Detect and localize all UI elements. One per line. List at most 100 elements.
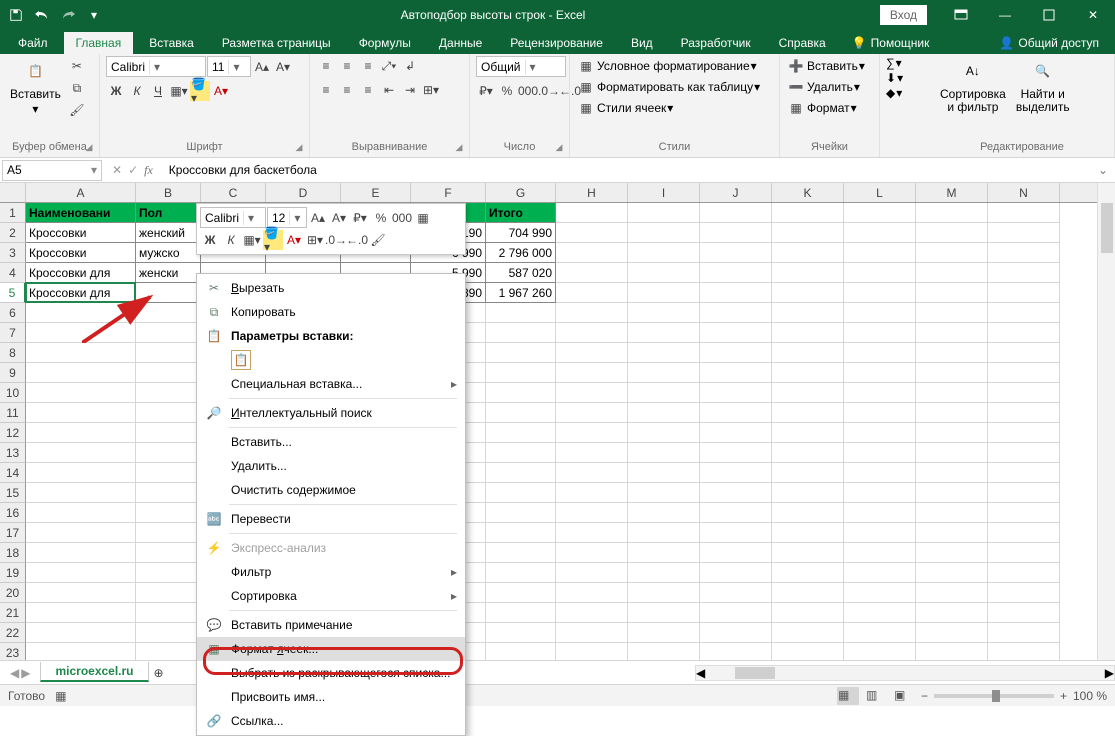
bold-button[interactable]: Ж bbox=[106, 81, 126, 101]
horizontal-scrollbar[interactable]: ◀▶ bbox=[695, 665, 1115, 681]
zoom-in[interactable]: + bbox=[1060, 689, 1067, 703]
select-all-corner[interactable] bbox=[0, 183, 26, 203]
ctx-cut[interactable]: ✂Вырезать bbox=[197, 276, 465, 300]
row-header[interactable]: 4 bbox=[0, 263, 26, 283]
col-header[interactable]: G bbox=[486, 183, 556, 202]
orientation-icon[interactable]: ⤢▾ bbox=[379, 56, 399, 76]
minimize-icon[interactable]: — bbox=[983, 0, 1027, 29]
align-bottom-icon[interactable]: ≡ bbox=[358, 56, 378, 76]
col-header[interactable]: D bbox=[266, 183, 341, 202]
tab-insert[interactable]: Вставка bbox=[137, 32, 206, 54]
row-header[interactable]: 14 bbox=[0, 463, 26, 483]
fx-icon[interactable]: fx bbox=[144, 163, 153, 178]
worksheet[interactable]: ABCDEFGHIJKLMN 1234567891011121314151617… bbox=[0, 183, 1115, 660]
row-header[interactable]: 8 bbox=[0, 343, 26, 363]
mini-dec-dec-icon[interactable]: ←.0 bbox=[347, 230, 367, 250]
tab-home[interactable]: Главная bbox=[64, 32, 134, 54]
mini-fill-icon[interactable]: 🪣▾ bbox=[263, 230, 283, 250]
fill-button[interactable]: ⬇▾ bbox=[886, 71, 903, 85]
cell[interactable]: Итого bbox=[486, 203, 556, 223]
font-name[interactable]: Calibri▾ bbox=[106, 56, 206, 77]
clipboard-launcher[interactable]: ◢ bbox=[82, 140, 96, 154]
col-header[interactable]: A bbox=[26, 183, 136, 202]
autosum-button[interactable]: ∑▾ bbox=[886, 56, 902, 70]
ctx-pick-from-list[interactable]: Выбрать из раскрывающегося списка... bbox=[197, 661, 465, 685]
expand-formula-bar[interactable]: ⌄ bbox=[1091, 163, 1115, 177]
tab-review[interactable]: Рецензирование bbox=[498, 32, 615, 54]
col-header[interactable]: J bbox=[700, 183, 772, 202]
qat-undo[interactable] bbox=[30, 3, 54, 27]
cell[interactable]: мужско bbox=[136, 243, 201, 263]
font-launcher[interactable]: ◢ bbox=[292, 140, 306, 154]
mini-borders-icon[interactable]: ▦▾ bbox=[242, 230, 262, 250]
ctx-clear[interactable]: Очистить содержимое bbox=[197, 478, 465, 502]
qat-redo[interactable] bbox=[56, 3, 80, 27]
underline-button[interactable]: Ч bbox=[148, 81, 168, 101]
mini-shrink-font-icon[interactable]: A▾ bbox=[329, 208, 349, 228]
row-header[interactable]: 18 bbox=[0, 543, 26, 563]
zoom-level[interactable]: 100 % bbox=[1073, 689, 1107, 703]
col-header[interactable]: N bbox=[988, 183, 1060, 202]
cell[interactable]: Кроссовки для bbox=[26, 263, 136, 283]
align-launcher[interactable]: ◢ bbox=[452, 140, 466, 154]
col-header[interactable]: K bbox=[772, 183, 844, 202]
mini-italic[interactable]: К bbox=[221, 230, 241, 250]
align-top-icon[interactable]: ≡ bbox=[316, 56, 336, 76]
vertical-scrollbar[interactable] bbox=[1097, 183, 1115, 660]
mini-currency-icon[interactable]: ₽▾ bbox=[350, 208, 370, 228]
name-box[interactable]: A5▾ bbox=[2, 160, 102, 181]
tab-nav-prev[interactable]: ◀ bbox=[10, 666, 19, 680]
col-header[interactable]: E bbox=[341, 183, 411, 202]
format-cells-button[interactable]: ▦Формат▾ bbox=[786, 98, 857, 118]
mini-grow-font-icon[interactable]: A▴ bbox=[308, 208, 328, 228]
percent-icon[interactable]: % bbox=[497, 81, 517, 101]
row-header[interactable]: 17 bbox=[0, 523, 26, 543]
delete-cells-button[interactable]: ➖Удалить▾ bbox=[786, 77, 860, 97]
mini-cond-icon[interactable]: ▦ bbox=[413, 208, 433, 228]
thousands-icon[interactable]: 000 bbox=[518, 81, 538, 101]
borders-icon[interactable]: ▦▾ bbox=[169, 81, 189, 101]
row-header[interactable]: 15 bbox=[0, 483, 26, 503]
italic-button[interactable]: К bbox=[127, 81, 147, 101]
align-right-icon[interactable]: ≡ bbox=[358, 80, 378, 100]
cell-grid[interactable]: НаименованиПол Цена,ИтогоКроссовкиженски… bbox=[26, 203, 1097, 660]
ctx-translate[interactable]: 🔤Перевести bbox=[197, 507, 465, 531]
insert-cells-button[interactable]: ➕Вставить▾ bbox=[786, 56, 865, 76]
row-header[interactable]: 11 bbox=[0, 403, 26, 423]
col-header[interactable]: C bbox=[201, 183, 266, 202]
ctx-comment[interactable]: 💬Вставить примечание bbox=[197, 613, 465, 637]
clear-button[interactable]: ◆▾ bbox=[886, 86, 902, 100]
row-header[interactable]: 19 bbox=[0, 563, 26, 583]
find-select-button[interactable]: 🔍Найти и выделить bbox=[1012, 56, 1074, 116]
ribbon-display-icon[interactable] bbox=[939, 0, 983, 29]
col-header[interactable]: H bbox=[556, 183, 628, 202]
cell[interactable]: Пол bbox=[136, 203, 201, 223]
tab-formulas[interactable]: Формулы bbox=[347, 32, 423, 54]
row-header[interactable]: 9 bbox=[0, 363, 26, 383]
row-header[interactable]: 16 bbox=[0, 503, 26, 523]
currency-icon[interactable]: ₽▾ bbox=[476, 81, 496, 101]
tab-data[interactable]: Данные bbox=[427, 32, 494, 54]
macro-icon[interactable]: ▦ bbox=[55, 689, 66, 703]
qat-customize[interactable]: ▾ bbox=[82, 3, 106, 27]
cell[interactable]: женский bbox=[136, 223, 201, 243]
align-left-icon[interactable]: ≡ bbox=[316, 80, 336, 100]
mini-font-color-icon[interactable]: A▾ bbox=[284, 230, 304, 250]
login-button[interactable]: Вход bbox=[880, 5, 927, 25]
col-header[interactable]: I bbox=[628, 183, 700, 202]
row-header[interactable]: 5 bbox=[0, 283, 26, 303]
align-middle-icon[interactable]: ≡ bbox=[337, 56, 357, 76]
mini-font-size[interactable]: 12▾ bbox=[267, 207, 307, 228]
format-painter-icon[interactable]: 🖌 bbox=[67, 100, 87, 120]
ctx-sort[interactable]: Сортировка▸ bbox=[197, 584, 465, 608]
row-header[interactable]: 12 bbox=[0, 423, 26, 443]
row-header[interactable]: 1 bbox=[0, 203, 26, 223]
share-button[interactable]: 👤Общий доступ bbox=[989, 32, 1109, 54]
ctx-copy[interactable]: ⧉Копировать bbox=[197, 300, 465, 324]
merge-icon[interactable]: ⊞▾ bbox=[421, 80, 441, 100]
tab-file[interactable]: Файл bbox=[6, 32, 60, 54]
formula-input[interactable] bbox=[163, 160, 1091, 181]
cell[interactable]: 1 967 260 bbox=[486, 283, 556, 303]
number-launcher[interactable]: ◢ bbox=[552, 140, 566, 154]
font-color-icon[interactable]: A▾ bbox=[211, 81, 231, 101]
